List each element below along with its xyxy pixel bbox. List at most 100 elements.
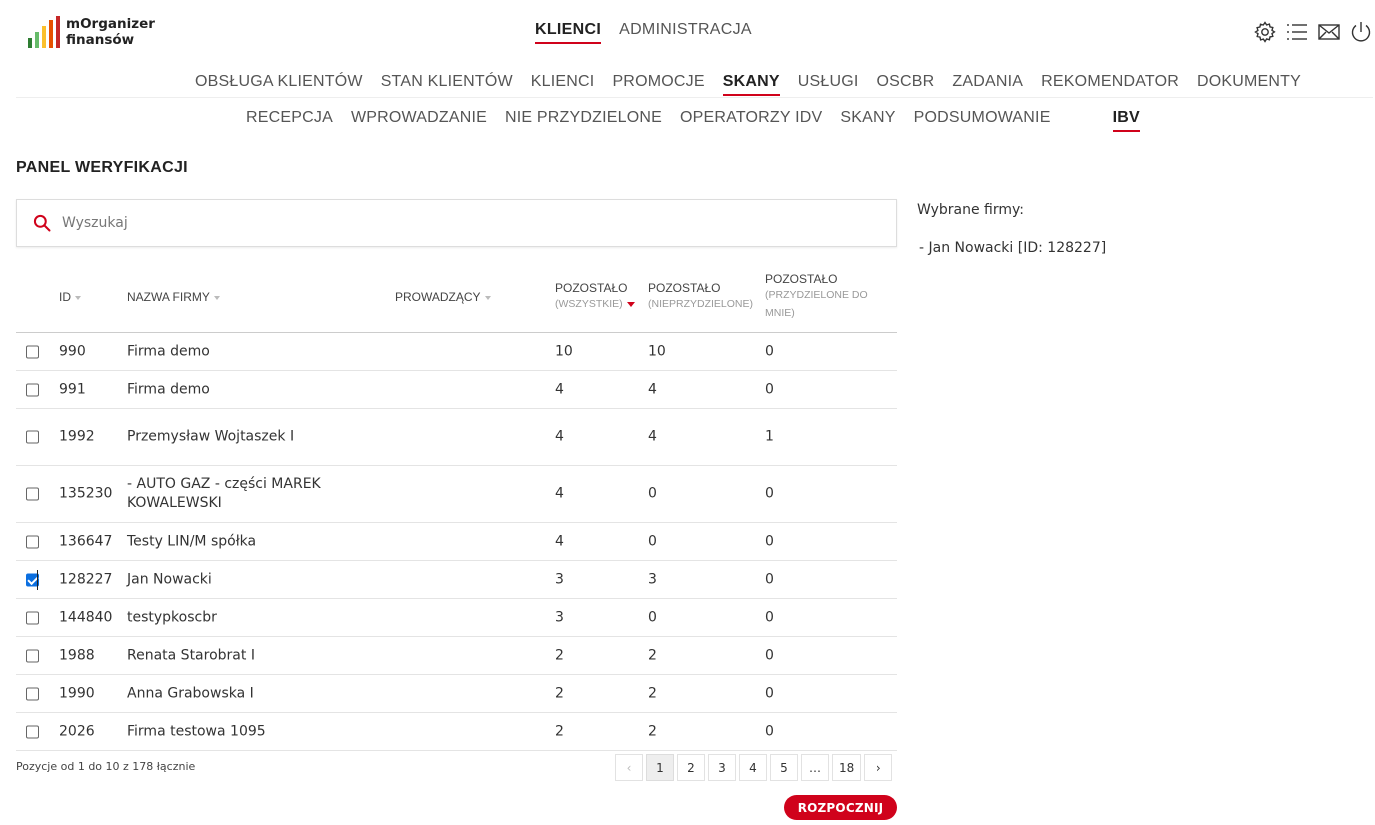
row-checkbox[interactable]	[26, 611, 39, 624]
section-navigation: OBSŁUGA KLIENTÓW STAN KLIENTÓW KLIENCI P…	[195, 73, 1301, 96]
col-unassigned-label: POZOSTAŁO	[648, 281, 721, 295]
cell-remaining-mine: 0	[765, 723, 774, 739]
pagination-page[interactable]: 2	[677, 754, 705, 781]
row-checkbox[interactable]	[26, 383, 39, 396]
table-row[interactable]: 1992 Przemysław Wojtaszek I 4 4 1	[16, 409, 897, 466]
cell-remaining-mine: 1	[765, 428, 774, 445]
search-icon	[33, 214, 51, 232]
sort-desc-icon	[626, 301, 635, 307]
pagination-page[interactable]: 4	[739, 754, 767, 781]
table-row[interactable]: 991 Firma demo 4 4 0	[16, 371, 897, 409]
cell-remaining-all: 4	[555, 381, 564, 397]
cell-id: 1990	[59, 685, 95, 701]
col-mine-header: POZOSTAŁO (PRZYDZIELONE DO MNIE)	[765, 272, 875, 322]
cell-company-name: Firma demo	[127, 381, 210, 397]
row-checkbox[interactable]	[26, 487, 39, 501]
pagination-page[interactable]: 1	[646, 754, 674, 781]
nav-zadania[interactable]: ZADANIA	[952, 73, 1023, 96]
cell-remaining-unassigned: 0	[648, 485, 657, 502]
subnav-ibv[interactable]: IBV	[1112, 109, 1140, 132]
row-checkbox[interactable]	[26, 649, 39, 662]
subnav-wprowadzanie[interactable]: WPROWADZANIE	[351, 109, 487, 132]
col-id-label: ID	[59, 290, 71, 304]
row-checkbox[interactable]	[26, 345, 39, 358]
subnav-skany[interactable]: SKANY	[840, 109, 895, 132]
subnav-operatorzy-idv[interactable]: OPERATORZY IDV	[680, 109, 822, 132]
topnav-klienci[interactable]: KLIENCI	[535, 21, 602, 44]
col-mine-label: POZOSTAŁO	[765, 272, 838, 286]
row-checkbox[interactable]	[26, 430, 39, 444]
logo-line2: finansów	[66, 32, 135, 48]
col-name-header[interactable]: NAZWA FIRMY	[127, 290, 220, 304]
cell-remaining-mine: 0	[765, 485, 774, 502]
nav-rekomendator[interactable]: REKOMENDATOR	[1041, 73, 1179, 96]
table-row[interactable]: 1988 Renata Starobrat I 2 2 0	[16, 637, 897, 675]
nav-dokumenty[interactable]: DOKUMENTY	[1197, 73, 1301, 96]
cell-remaining-unassigned: 4	[648, 381, 657, 397]
col-all-header[interactable]: POZOSTAŁO (WSZYSTKIE)	[555, 281, 635, 313]
table-header: ID NAZWA FIRMY PROWADZĄCY POZOSTAŁO (WSZ…	[16, 260, 897, 333]
sort-icon	[75, 295, 81, 300]
nav-obsluga-klientow[interactable]: OBSŁUGA KLIENTÓW	[195, 73, 363, 96]
selected-company-item: - Jan Nowacki [ID: 128227]	[919, 240, 1107, 256]
pagination-page[interactable]: 18	[832, 754, 862, 781]
table-row[interactable]: 135230 - AUTO GAZ - części MAREK KOWALEWS…	[16, 466, 897, 523]
table-row[interactable]: 128227 Jan Nowacki 3 3 0	[16, 561, 897, 599]
search-box[interactable]	[16, 199, 897, 247]
selected-companies-title: Wybrane firmy:	[917, 202, 1024, 218]
pagination-page[interactable]: 5	[770, 754, 798, 781]
cell-remaining-all: 2	[555, 647, 564, 663]
logo-line1: mOrganizer	[66, 16, 155, 32]
row-checkbox[interactable]	[26, 687, 39, 700]
col-owner-label: PROWADZĄCY	[395, 290, 481, 304]
topnav-administracja[interactable]: ADMINISTRACJA	[619, 21, 752, 44]
col-all-label: POZOSTAŁO	[555, 281, 628, 295]
nav-promocje[interactable]: PROMOCJE	[612, 73, 704, 96]
cell-id: 2026	[59, 723, 95, 739]
subnav-podsumowanie[interactable]: PODSUMOWANIE	[914, 109, 1051, 132]
mail-icon[interactable]	[1317, 20, 1341, 44]
cell-remaining-unassigned: 0	[648, 533, 657, 549]
table-row[interactable]: 136647 Testy LIN/M spółka 4 0 0	[16, 523, 897, 561]
nav-oscbr[interactable]: OSCBR	[877, 73, 935, 96]
col-all-sublabel: (WSZYSTKIE)	[555, 295, 635, 313]
search-input[interactable]	[60, 214, 840, 232]
cell-company-name: Anna Grabowska I	[127, 685, 254, 701]
pagination-prev[interactable]: ‹	[615, 754, 643, 781]
row-checkbox[interactable]	[26, 535, 39, 548]
cell-remaining-all: 4	[555, 533, 564, 549]
col-owner-header[interactable]: PROWADZĄCY	[395, 290, 491, 304]
pagination-page[interactable]: 3	[708, 754, 736, 781]
table-row[interactable]: 144840 testypkoscbr 3 0 0	[16, 599, 897, 637]
cell-company-name: Testy LIN/M spółka	[127, 533, 257, 549]
table-row[interactable]: 2026 Firma testowa 1095 2 2 0	[16, 713, 897, 751]
gear-icon[interactable]	[1253, 20, 1277, 44]
row-checkbox[interactable]	[26, 725, 39, 738]
nav-skany[interactable]: SKANY	[722, 73, 780, 96]
cell-company-name: testypkoscbr	[127, 609, 217, 625]
nav-klienci[interactable]: KLIENCI	[531, 73, 595, 96]
nav-stan-klientow[interactable]: STAN KLIENTÓW	[381, 73, 513, 96]
cell-remaining-unassigned: 0	[648, 609, 657, 625]
col-id-header[interactable]: ID	[59, 290, 81, 304]
cell-remaining-mine: 0	[765, 533, 774, 549]
cell-remaining-unassigned: 2	[648, 685, 657, 701]
nav-uslugi[interactable]: USŁUGI	[798, 73, 859, 96]
table-row[interactable]: 990 Firma demo 10 10 0	[16, 333, 897, 371]
cell-remaining-unassigned: 2	[648, 723, 657, 739]
app-logo[interactable]: mOrganizer finansów	[28, 16, 155, 48]
cell-id: 144840	[59, 609, 113, 625]
cell-remaining-mine: 0	[765, 571, 774, 587]
subnav-nie-przydzielone[interactable]: NIE PRZYDZIELONE	[505, 109, 662, 132]
nav-divider	[16, 97, 1373, 98]
menu-list-icon[interactable]	[1285, 20, 1309, 44]
cell-remaining-mine: 0	[765, 381, 774, 397]
start-button[interactable]: ROZPOCZNIJ	[784, 795, 897, 820]
table-row[interactable]: 1990 Anna Grabowska I 2 2 0	[16, 675, 897, 713]
sort-icon	[484, 295, 491, 300]
power-icon[interactable]	[1349, 20, 1373, 44]
logo-text: mOrganizer finansów	[66, 16, 155, 48]
subnav-recepcja[interactable]: RECEPCJA	[246, 109, 333, 132]
pagination-next[interactable]: ›	[864, 754, 893, 781]
cell-remaining-mine: 0	[765, 647, 774, 663]
